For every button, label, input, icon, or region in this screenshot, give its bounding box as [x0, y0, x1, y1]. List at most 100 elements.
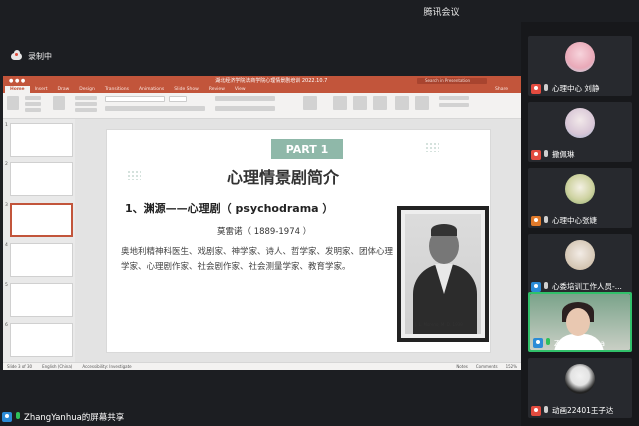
reset-button[interactable]	[75, 102, 97, 106]
participant-name: 撒佩琳	[552, 150, 575, 159]
text-box-button[interactable]	[373, 96, 387, 110]
slide-thumbnail[interactable]	[10, 283, 73, 317]
current-slide[interactable]: PART 1 心理情景剧简介 1、渊源——心理剧（ psychodrama ） …	[106, 129, 491, 353]
participant-tile[interactable]: 心委培训工作人员-...	[528, 234, 632, 294]
zoom-level[interactable]: 152%	[506, 364, 517, 369]
tab-review[interactable]: Review	[204, 86, 230, 93]
tab-slide-show[interactable]: Slide Show	[169, 86, 204, 93]
avatar	[565, 42, 595, 72]
decorative-dots	[127, 170, 141, 180]
layout-button[interactable]	[75, 96, 97, 100]
slide-thumbnail[interactable]	[10, 162, 73, 196]
slide-counter: Slide 3 of 30	[7, 364, 33, 369]
participant-tile[interactable]: 动画22401王子达	[528, 358, 632, 418]
slide-thumbnail[interactable]	[10, 243, 73, 277]
format-painter-button[interactable]	[25, 108, 41, 112]
avatar	[565, 174, 595, 204]
quick-styles-button[interactable]	[415, 96, 429, 110]
tab-draw[interactable]: Draw	[53, 86, 75, 93]
participant-sidebar: 心理中心 刘静 撒佩琳 心理中心张婕 心委培训工作人员-... ZhangYan…	[521, 22, 639, 426]
part-label: PART 1	[271, 139, 343, 159]
tab-design[interactable]: Design	[74, 86, 100, 93]
tab-insert[interactable]: Insert	[30, 86, 53, 93]
shape-fill-button[interactable]	[439, 96, 469, 100]
section-button[interactable]	[75, 108, 97, 112]
shape-outline-button[interactable]	[439, 103, 469, 107]
recording-label: 录制中	[28, 52, 52, 61]
thumbnail-number: 2	[5, 162, 8, 167]
paragraph-buttons[interactable]	[215, 96, 275, 101]
font-size-select[interactable]	[169, 96, 187, 102]
slide-thumbnail-selected[interactable]	[10, 203, 73, 237]
tab-view[interactable]: View	[230, 86, 251, 93]
ppt-title-bar: ● ● ● 湖北经济学院法商学院心理情景剧培训 2022.10.7 Search…	[3, 76, 521, 85]
slide-editing-canvas[interactable]: PART 1 心理情景剧简介 1、渊源——心理剧（ psychodrama ） …	[75, 119, 521, 362]
user-icon	[2, 412, 12, 422]
speaker-muted-icon	[531, 149, 541, 160]
participant-tile[interactable]: 心理中心张婕	[528, 168, 632, 228]
thumbnail-number: 5	[5, 283, 8, 288]
arrange-button[interactable]	[395, 96, 409, 110]
thumbnail-number: 3	[5, 203, 8, 208]
paste-button[interactable]	[7, 96, 19, 110]
photo-caption: J. L. Moreno, M. D. 1939	[415, 322, 463, 327]
participant-name: 心委培训工作人员-...	[552, 282, 622, 291]
cloud-record-icon	[11, 50, 22, 60]
app-title: 腾讯会议	[423, 7, 460, 18]
participant-tile-active-speaker[interactable]: ZhangYanhua	[528, 292, 632, 352]
share-owner-text: ZhangYanhua的屏幕共享	[24, 413, 125, 423]
slide-title: 心理情景剧简介	[227, 168, 340, 187]
speaker-muted-icon	[531, 83, 541, 94]
avatar	[565, 364, 595, 394]
share-button[interactable]: Share	[490, 86, 513, 93]
thumbnail-number: 1	[5, 123, 8, 128]
avatar	[565, 240, 595, 270]
participant-name: 心理中心 刘静	[552, 84, 600, 93]
speaker-muted-icon	[531, 215, 541, 226]
slide-thumbnail[interactable]	[10, 123, 73, 157]
font-family-select[interactable]	[105, 96, 165, 102]
mic-muted-icon	[543, 215, 550, 226]
screen-share-label: ZhangYanhua的屏幕共享	[2, 410, 124, 424]
person-name: 莫雷诺（ 1889-1974 ）	[217, 227, 312, 237]
decorative-dots	[425, 142, 439, 152]
participant-tile[interactable]: 撒佩琳	[528, 102, 632, 162]
speaker-muted-icon	[531, 405, 541, 416]
tab-transitions[interactable]: Transitions	[100, 86, 134, 93]
slide-thumbnail[interactable]	[10, 323, 73, 357]
ppt-status-bar: Slide 3 of 30 English (China) Accessibil…	[3, 362, 521, 370]
ppt-ribbon-tabs: Home Insert Draw Design Transitions Anim…	[3, 85, 521, 93]
recording-indicator[interactable]: 录制中	[11, 50, 52, 62]
ppt-file-title: 湖北经济学院法商学院心理情景剧培训 2022.10.7	[215, 78, 328, 84]
notes-button[interactable]: Notes	[456, 364, 468, 369]
thumbnail-number: 6	[5, 323, 8, 328]
shared-powerpoint-window: ● ● ● 湖北经济学院法商学院心理情景剧培训 2022.10.7 Search…	[3, 76, 521, 370]
participant-name: 心理中心张婕	[552, 216, 597, 225]
mic-muted-icon	[543, 405, 550, 416]
mic-muted-icon	[543, 149, 550, 160]
mic-muted-icon	[543, 281, 550, 292]
convert-smartart-button[interactable]	[303, 96, 317, 110]
participant-tile[interactable]: 心理中心 刘静	[528, 36, 632, 96]
avatar	[565, 108, 595, 138]
tab-home[interactable]: Home	[5, 86, 30, 93]
copy-button[interactable]	[25, 102, 41, 106]
mic-on-icon	[545, 338, 552, 348]
new-slide-button[interactable]	[53, 96, 65, 110]
cut-button[interactable]	[25, 96, 41, 100]
shapes-button[interactable]	[353, 96, 367, 110]
accessibility-indicator[interactable]: Accessibility: Investigate	[82, 364, 131, 369]
tab-animations[interactable]: Animations	[134, 86, 169, 93]
participant-name: ZhangYanhua	[554, 338, 606, 348]
font-format-buttons[interactable]	[105, 106, 205, 111]
slide-subtitle: 1、渊源——心理剧（ psychodrama ）	[125, 202, 334, 215]
ppt-search-input[interactable]: Search in Presentation	[417, 77, 487, 84]
alignment-buttons[interactable]	[215, 106, 275, 111]
language-indicator[interactable]: English (China)	[42, 364, 72, 369]
comments-button[interactable]: Comments	[476, 364, 498, 369]
window-controls[interactable]: ● ● ●	[9, 78, 25, 84]
pictures-button[interactable]	[333, 96, 347, 110]
mic-icon	[14, 412, 22, 422]
slide-body-text: 奥地利精神科医生、戏剧家、神学家、诗人、哲学家、发明家、团体心理学家、心理剧作家…	[121, 247, 394, 272]
moreno-portrait-photo: J. L. Moreno, M. D. 1939	[397, 206, 489, 342]
